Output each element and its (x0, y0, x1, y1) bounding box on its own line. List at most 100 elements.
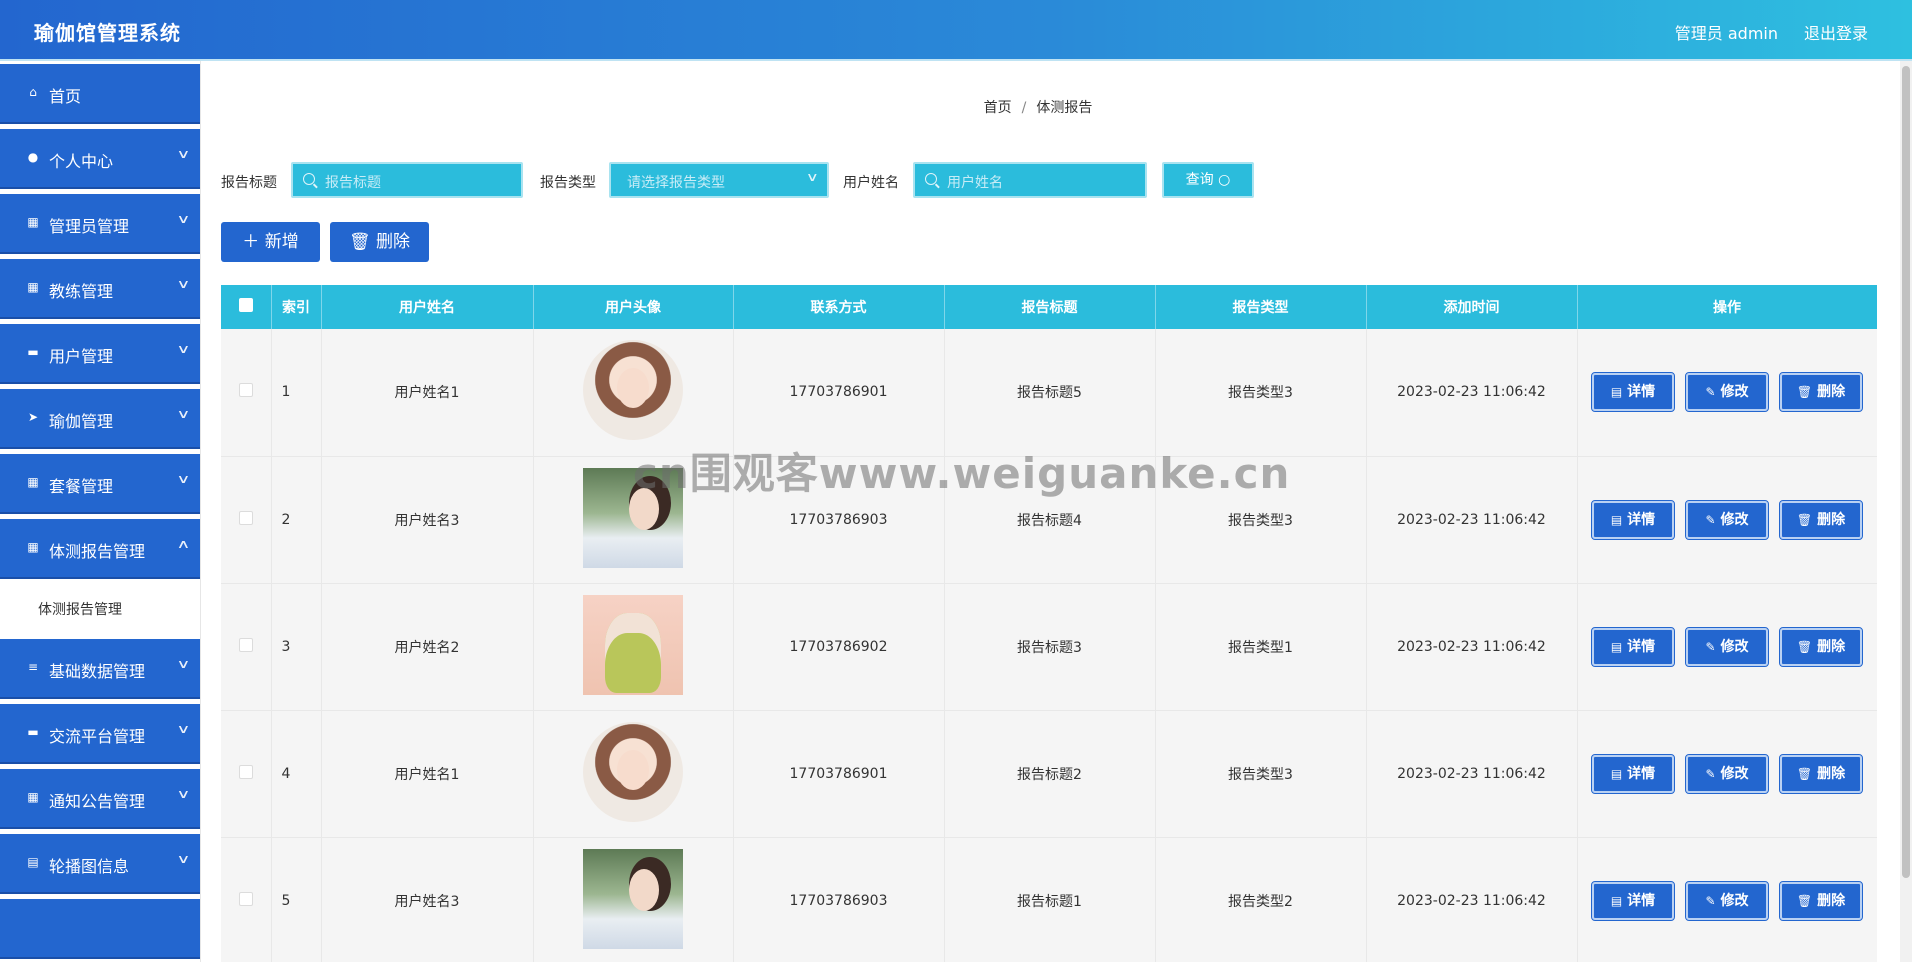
row-user-name: 用户姓名1 (321, 329, 534, 457)
document-icon: ▤ (1610, 893, 1623, 908)
logout-link[interactable]: 退出登录 (1804, 20, 1868, 44)
sidebar-item-label: 管理员管理 (49, 217, 130, 236)
edit-button[interactable]: ✎ 修改 (1685, 372, 1769, 413)
row-index: 4 (271, 710, 322, 838)
delete-label: 删除 (1817, 638, 1846, 655)
sidebar-item-label: 套餐管理 (49, 477, 114, 496)
sidebar-item-label: 个人中心 (49, 152, 114, 171)
row-checkbox[interactable] (238, 637, 253, 652)
table-row: 2 用户姓名3 17703786903 报告标题4 报告类型3 2023-02-… (221, 456, 1877, 584)
row-report-title: 报告标题1 (944, 837, 1156, 962)
edit-button[interactable]: ✎ 修改 (1685, 626, 1769, 667)
edit-button[interactable]: ✎ 修改 (1685, 753, 1769, 794)
table-row: 4 用户姓名1 17703786901 报告标题2 报告类型3 2023-02-… (221, 710, 1877, 838)
chevron-down-icon: ∨ (176, 472, 191, 486)
select-all-checkbox[interactable] (238, 298, 253, 312)
monitor-icon: ▬ (27, 345, 39, 359)
row-user-name: 用户姓名3 (321, 837, 534, 962)
edit-button[interactable]: ✎ 修改 (1685, 499, 1769, 540)
edit-label: 修改 (1720, 511, 1749, 528)
sidebar-item-reports[interactable]: ▦ 体测报告管理 ∧ (0, 519, 200, 579)
document-icon: ▤ (1610, 766, 1623, 781)
sidebar-item-coaches[interactable]: ▦ 教练管理 ∨ (0, 259, 200, 319)
row-report-type: 报告类型1 (1155, 583, 1367, 711)
breadcrumb-separator: / (1021, 100, 1027, 116)
detail-button[interactable]: ▤ 详情 (1591, 880, 1675, 921)
detail-button[interactable]: ▤ 详情 (1591, 499, 1675, 540)
search-icon (925, 173, 937, 185)
sidebar-item-basic-data[interactable]: ≡ 基础数据管理 ∨ (0, 639, 200, 699)
delete-button[interactable]: 🗑 删除 (1779, 753, 1863, 794)
sidebar-item-yoga[interactable]: ➤ 瑜伽管理 ∨ (0, 389, 200, 449)
chevron-down-icon: ∨ (176, 657, 191, 671)
chevron-down-icon: ∨ (176, 212, 191, 226)
sidebar-item-label: 用户管理 (49, 347, 114, 366)
scrollbar-thumb[interactable] (1902, 66, 1910, 878)
trash-icon: 🗑 (349, 232, 371, 252)
plus-icon: ＋ (242, 232, 260, 252)
edit-label: 修改 (1720, 892, 1749, 909)
type-filter-select[interactable]: 请选择报告类型 ∨ (609, 162, 829, 198)
sidebar-item-label: 首页 (49, 87, 82, 106)
title-filter-input[interactable]: 报告标题 (291, 162, 523, 198)
pencil-icon: ✎ (1705, 893, 1716, 908)
avatar (583, 848, 683, 949)
user-icon: ● (27, 150, 39, 164)
sidebar-item-carousel[interactable]: ▤ 轮播图信息 ∨ (0, 834, 200, 894)
chevron-up-icon: ∧ (176, 537, 191, 551)
row-actions: ▤ 详情 ✎ 修改 🗑 删除 (1577, 710, 1877, 838)
search-icon: ○ (1218, 172, 1231, 188)
detail-label: 详情 (1627, 511, 1656, 528)
row-checkbox[interactable] (238, 383, 253, 398)
row-phone: 17703786903 (733, 456, 945, 584)
add-button[interactable]: ＋ 新增 (221, 222, 320, 262)
avatar (583, 594, 683, 695)
user-filter-input[interactable]: 用户姓名 (913, 162, 1147, 198)
delete-button[interactable]: 🗑 删除 (1779, 499, 1863, 540)
row-index: 5 (271, 837, 322, 962)
type-filter-placeholder: 请选择报告类型 (627, 175, 725, 191)
sidebar-item-notices[interactable]: ▦ 通知公告管理 ∨ (0, 769, 200, 829)
sidebar-item-more[interactable] (0, 899, 200, 959)
table-row: 5 用户姓名3 17703786903 报告标题1 报告类型2 2023-02-… (221, 837, 1877, 962)
sidebar-item-profile[interactable]: ● 个人中心 ∨ (0, 129, 200, 189)
sidebar-item-admins[interactable]: ▦ 管理员管理 ∨ (0, 194, 200, 254)
row-report-title: 报告标题2 (944, 710, 1156, 838)
column-header: 联系方式 (733, 285, 945, 329)
sidebar-item-home[interactable]: ⌂ 首页 (0, 64, 200, 124)
detail-button[interactable]: ▤ 详情 (1591, 372, 1675, 413)
sidebar-item-label: 交流平台管理 (49, 727, 146, 746)
row-index: 2 (271, 456, 322, 584)
pencil-icon: ✎ (1705, 512, 1716, 527)
sidebar-item-label: 通知公告管理 (49, 792, 146, 811)
type-filter-label: 报告类型 (540, 175, 596, 191)
select-all-cell[interactable] (221, 285, 272, 329)
batch-delete-button[interactable]: 🗑 删除 (330, 222, 429, 262)
query-button[interactable]: 查询 ○ (1162, 162, 1254, 198)
row-checkbox[interactable] (238, 510, 253, 525)
row-checkbox[interactable] (238, 891, 253, 906)
breadcrumb-home[interactable]: 首页 (984, 100, 1012, 116)
detail-button[interactable]: ▤ 详情 (1591, 753, 1675, 794)
sidebar-item-users[interactable]: ▬ 用户管理 ∨ (0, 324, 200, 384)
delete-button[interactable]: 🗑 删除 (1779, 880, 1863, 921)
row-added-time: 2023-02-23 11:06:42 (1366, 456, 1578, 584)
sidebar-item-packages[interactable]: ▦ 套餐管理 ∨ (0, 454, 200, 514)
row-user-name: 用户姓名1 (321, 710, 534, 838)
row-report-type: 报告类型3 (1155, 456, 1367, 584)
edit-label: 修改 (1720, 638, 1749, 655)
report-table: 索引 用户姓名 用户头像 联系方式 报告标题 报告类型 添加时间 操作 1 用户… (221, 285, 1877, 962)
main-content: 首页 / 体测报告 报告标题 报告标题 报告类型 请选择报告类型 ∨ 用户姓名 用户… (200, 61, 1900, 962)
delete-button[interactable]: 🗑 删除 (1779, 372, 1863, 413)
sidebar-item-forum[interactable]: ▬ 交流平台管理 ∨ (0, 704, 200, 764)
breadcrumb: 首页 / 体测报告 (201, 97, 1875, 117)
sidebar-subitem-report-management[interactable]: 体测报告管理 (0, 584, 200, 636)
detail-button[interactable]: ▤ 详情 (1591, 626, 1675, 667)
row-checkbox[interactable] (238, 764, 253, 779)
document-icon: ▤ (1610, 512, 1623, 527)
sidebar-item-label: 瑜伽管理 (49, 412, 114, 431)
edit-button[interactable]: ✎ 修改 (1685, 880, 1769, 921)
delete-label: 删除 (1817, 511, 1846, 528)
grid-icon: ▦ (27, 540, 39, 554)
delete-button[interactable]: 🗑 删除 (1779, 626, 1863, 667)
